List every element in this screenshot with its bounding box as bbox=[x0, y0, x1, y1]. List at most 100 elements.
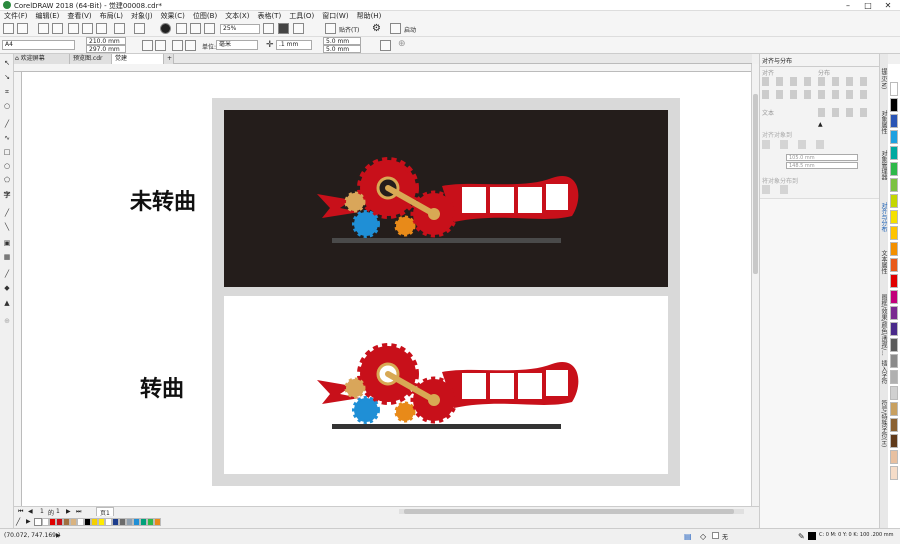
align-to-y-field[interactable]: 148.5 mm bbox=[786, 162, 858, 169]
docker-tab-text-properties[interactable]: 文本属性 bbox=[880, 250, 888, 274]
minimize-icon[interactable]: – bbox=[838, 0, 858, 11]
menu-layout[interactable]: 布局(L) bbox=[96, 11, 127, 21]
page-width-field[interactable]: 210.0 mm bbox=[86, 37, 126, 45]
last-page-icon[interactable]: ⏭ bbox=[76, 508, 81, 516]
palette-options-icon[interactable]: ▶ bbox=[26, 518, 31, 525]
save-icon[interactable] bbox=[38, 23, 49, 34]
palette-swatch[interactable] bbox=[890, 338, 898, 352]
menu-table[interactable]: 表格(T) bbox=[253, 11, 285, 21]
palette-swatch[interactable] bbox=[140, 518, 147, 526]
outline-pen-icon[interactable]: ✎ bbox=[798, 532, 805, 541]
palette-swatch[interactable] bbox=[890, 418, 898, 432]
distribute-to-buttons[interactable] bbox=[762, 185, 792, 194]
new-tab-button[interactable]: + bbox=[164, 54, 174, 64]
palette-swatch[interactable] bbox=[890, 402, 898, 416]
palette-swatch[interactable] bbox=[147, 518, 154, 526]
palette-swatch[interactable] bbox=[890, 434, 898, 448]
vertical-scrollbar[interactable] bbox=[751, 64, 759, 506]
add-tool-icon[interactable]: ⊕ bbox=[3, 317, 11, 325]
palette-swatch[interactable] bbox=[63, 518, 70, 526]
palette-swatch[interactable] bbox=[890, 370, 898, 384]
duplicate-y-field[interactable]: 5.0 mm bbox=[323, 45, 361, 53]
palette-swatch[interactable] bbox=[890, 82, 898, 96]
palette-swatch[interactable] bbox=[890, 322, 898, 336]
landscape-icon[interactable] bbox=[155, 40, 166, 51]
palette-swatch[interactable] bbox=[890, 258, 898, 272]
treat-as-filled-icon[interactable] bbox=[380, 40, 391, 51]
menu-window[interactable]: 窗口(W) bbox=[318, 11, 352, 21]
align-to-buttons[interactable] bbox=[762, 140, 832, 149]
freehand-tool-icon[interactable]: ╱ bbox=[3, 120, 11, 128]
redo-icon[interactable] bbox=[134, 23, 145, 34]
close-icon[interactable]: ✕ bbox=[878, 0, 898, 11]
import-icon[interactable] bbox=[176, 23, 187, 34]
palette-swatch[interactable] bbox=[112, 518, 119, 526]
all-pages-icon[interactable] bbox=[172, 40, 183, 51]
menu-tools[interactable]: 工具(O) bbox=[285, 11, 318, 21]
zoom-level-select[interactable]: 25% bbox=[220, 24, 260, 34]
menu-object[interactable]: 对象(J) bbox=[127, 11, 157, 21]
palette-swatch[interactable] bbox=[154, 518, 161, 526]
crop-tool-icon[interactable]: ⌗ bbox=[3, 88, 11, 96]
copy-icon[interactable] bbox=[82, 23, 93, 34]
drawing-canvas[interactable]: 未转曲 转曲 bbox=[22, 72, 751, 506]
docker-tab-align[interactable]: 对齐与分布 bbox=[880, 202, 888, 232]
new-document-icon[interactable] bbox=[3, 23, 14, 34]
palette-swatch[interactable] bbox=[890, 130, 898, 144]
palette-swatch[interactable] bbox=[890, 290, 898, 304]
docker-tab-effects[interactable]: 图框/效果/颜色/透视/... bbox=[880, 294, 888, 356]
align-buttons-row1[interactable] bbox=[762, 77, 817, 86]
nudge-distance-field[interactable]: .1 mm bbox=[276, 40, 312, 50]
horizontal-ruler[interactable] bbox=[14, 64, 751, 72]
duplicate-x-field[interactable]: 5.0 mm bbox=[323, 37, 361, 45]
palette-swatch[interactable] bbox=[70, 518, 77, 526]
palette-swatch[interactable] bbox=[133, 518, 140, 526]
docker-tab-symbols[interactable]: 符号/特殊字符(H) bbox=[880, 400, 888, 447]
options-gear-icon[interactable]: ⚙ bbox=[372, 23, 381, 34]
expand-arrow-icon[interactable]: ▲ bbox=[818, 121, 823, 128]
open-icon[interactable] bbox=[17, 23, 28, 34]
connector-tool-icon[interactable]: ╲ bbox=[3, 223, 11, 231]
snap-to-dropdown[interactable]: 贴齐(T) bbox=[339, 25, 359, 34]
paste-icon[interactable] bbox=[96, 23, 107, 34]
fill-icon[interactable]: ◇ bbox=[700, 532, 706, 541]
palette-swatch[interactable] bbox=[98, 518, 105, 526]
publish-pdf-icon[interactable] bbox=[204, 23, 215, 34]
add-preset-icon[interactable]: ⊕ bbox=[398, 39, 406, 49]
print-icon[interactable] bbox=[52, 23, 63, 34]
pick-tool-icon[interactable]: ↖ bbox=[3, 59, 11, 67]
status-arrow-icon[interactable]: ▶ bbox=[56, 532, 61, 539]
horizontal-scrollbar[interactable] bbox=[399, 509, 744, 514]
distribute-buttons-row1[interactable] bbox=[818, 77, 873, 86]
palette-swatch[interactable] bbox=[105, 518, 112, 526]
search-content-icon[interactable] bbox=[160, 23, 171, 34]
first-page-icon[interactable]: ⏮ bbox=[18, 508, 23, 516]
ellipse-tool-icon[interactable]: ○ bbox=[3, 162, 11, 170]
snap-icon[interactable] bbox=[325, 23, 336, 34]
show-grid-icon[interactable] bbox=[293, 23, 304, 34]
menu-file[interactable]: 文件(F) bbox=[0, 11, 32, 21]
show-rulers-icon[interactable] bbox=[278, 23, 289, 34]
palette-swatch[interactable] bbox=[890, 242, 898, 256]
docker-tab-objects[interactable]: 对象管理器 bbox=[880, 150, 888, 180]
eyedropper-icon[interactable]: ╱ bbox=[3, 270, 11, 278]
transparency-icon[interactable]: ▦ bbox=[3, 253, 11, 261]
palette-swatch[interactable] bbox=[56, 518, 63, 526]
next-page-icon[interactable]: ▶ bbox=[66, 508, 71, 515]
palette-swatch[interactable] bbox=[890, 306, 898, 320]
eyedropper-palette-icon[interactable]: ╱ bbox=[16, 518, 20, 526]
cut-icon[interactable] bbox=[68, 23, 79, 34]
horizontal-scroll-thumb[interactable] bbox=[404, 509, 734, 514]
vertical-ruler[interactable] bbox=[14, 72, 22, 506]
palette-swatch[interactable] bbox=[890, 354, 898, 368]
menu-help[interactable]: 帮助(H) bbox=[353, 11, 386, 21]
full-screen-icon[interactable] bbox=[263, 23, 274, 34]
palette-swatch[interactable] bbox=[890, 194, 898, 208]
docker-tab-hints[interactable]: 提示(N) bbox=[880, 68, 888, 89]
tab-preview[interactable]: 预览图.cdr bbox=[70, 54, 112, 64]
rectangle-tool-icon[interactable]: □ bbox=[3, 148, 11, 156]
tab-current-document[interactable]: 觉建00008.cdr* bbox=[112, 54, 164, 72]
menu-effects[interactable]: 效果(C) bbox=[157, 11, 189, 21]
tab-welcome[interactable]: ⌂ 欢迎屏幕 bbox=[12, 54, 70, 64]
launch-icon[interactable] bbox=[390, 23, 401, 34]
